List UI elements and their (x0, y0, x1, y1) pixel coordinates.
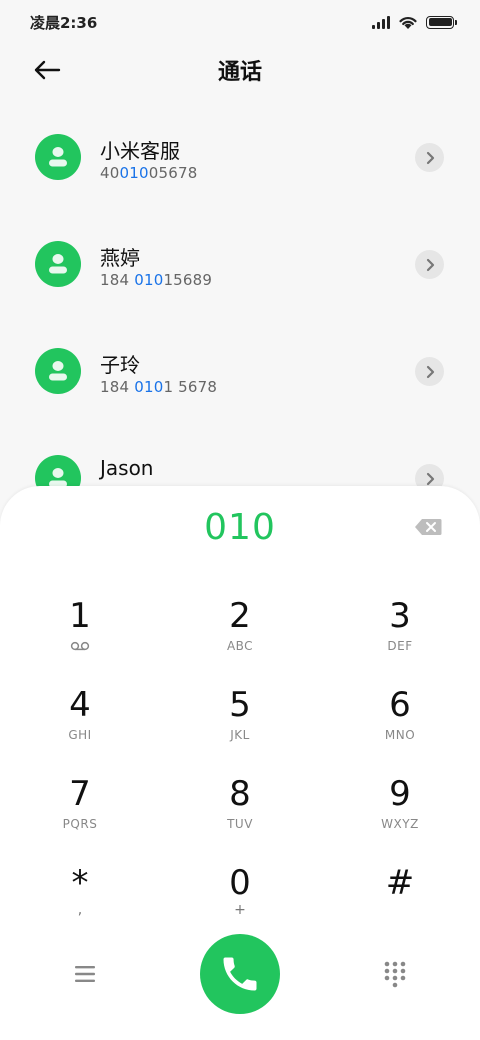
phone-icon (223, 957, 257, 991)
number-prefix: 184 (100, 271, 135, 289)
page-title: 通话 (217, 60, 262, 85)
dial-key-8[interactable]: 8 TUV (180, 772, 300, 852)
key-digit: 4 (69, 685, 91, 725)
header: 通话 (0, 44, 480, 96)
person-icon (49, 147, 67, 167)
key-digit: 6 (389, 685, 411, 725)
key-digit: 8 (229, 774, 251, 814)
number-suffix: 05678 (148, 164, 198, 182)
chevron-right-icon (426, 472, 434, 485)
dial-key-0[interactable]: 0 + (180, 861, 300, 941)
arrow-left-icon (34, 60, 61, 80)
contact-name: 子玲 (100, 353, 140, 377)
key-letters: PQRS (62, 817, 98, 831)
number-suffix: 15689 (163, 271, 213, 289)
contact-number: 184 0101 5678 (100, 378, 217, 396)
contact-detail-button[interactable] (415, 250, 444, 279)
status-time: 凌晨2:36 (30, 13, 98, 32)
chevron-right-icon (426, 151, 434, 164)
dial-key-4[interactable]: 4 GHI (20, 683, 140, 763)
contact-row[interactable]: 小米客服 4001005678 (0, 104, 480, 211)
dial-key-3[interactable]: 3 DEF (340, 594, 460, 674)
avatar (35, 348, 81, 394)
person-icon (49, 254, 67, 274)
key-letters: TUV (227, 817, 253, 831)
chevron-right-icon (426, 365, 434, 378)
key-digit: 5 (229, 685, 251, 725)
avatar (35, 241, 81, 287)
key-digit: 7 (69, 774, 91, 814)
key-letters: DEF (387, 639, 413, 653)
number-match: 010 (119, 164, 149, 182)
signal-icon (372, 15, 390, 29)
key-digit: 0 (229, 863, 251, 903)
dial-key-6[interactable]: 6 MNO (340, 683, 460, 763)
key-digit: 2 (229, 596, 251, 636)
menu-icon (75, 966, 95, 982)
status-icons (372, 15, 457, 30)
key-letters: + (234, 902, 246, 918)
key-digit: 3 (389, 596, 411, 636)
dialed-number: 010 (204, 507, 276, 548)
contact-number: 184 01015689 (100, 271, 212, 289)
contact-name: Jason (100, 456, 154, 480)
backspace-icon (415, 519, 442, 535)
contact-detail-button[interactable] (415, 143, 444, 172)
number-match: 010 (134, 378, 164, 396)
wifi-icon (399, 16, 417, 29)
number-match: 010 (134, 271, 164, 289)
key-digit: * (71, 863, 89, 903)
contact-detail-button[interactable] (415, 357, 444, 386)
battery-icon (426, 15, 457, 29)
contact-name: 燕婷 (100, 246, 140, 270)
dial-key-2[interactable]: 2 ABC (180, 594, 300, 674)
menu-button[interactable] (70, 962, 100, 986)
key-letters: , (77, 902, 83, 918)
contact-row[interactable]: 燕婷 184 01015689 (0, 211, 480, 318)
key-letters: JKL (230, 728, 250, 742)
dial-key-hash[interactable]: # (340, 861, 460, 941)
dial-key-1[interactable]: 1 (20, 594, 140, 674)
call-button[interactable] (200, 934, 280, 1014)
status-bar: 凌晨2:36 (0, 0, 480, 44)
key-digit: 9 (389, 774, 411, 814)
dial-key-7[interactable]: 7 PQRS (20, 772, 140, 852)
voicemail-icon (70, 641, 90, 651)
contact-number: 4001005678 (100, 164, 197, 182)
key-digit: 1 (69, 596, 91, 636)
dialpad-sheet: 010 1 2 ABC 3 DEF 4 GHI 5 JKL 6 MNO 7 PQRS 8 TUV 9 WXYZ *… (0, 486, 480, 1040)
key-letters: MNO (384, 728, 416, 742)
keypad-toggle-button[interactable] (382, 960, 408, 988)
person-icon (49, 361, 67, 381)
delete-button[interactable] (414, 518, 442, 536)
number-prefix: 40 (100, 164, 120, 182)
key-letters: WXYZ (381, 817, 419, 831)
dial-key-star[interactable]: *, (20, 861, 140, 941)
key-letters: GHI (68, 728, 92, 742)
dial-key-5[interactable]: 5 JKL (180, 683, 300, 763)
bottom-actions (0, 934, 480, 1014)
contact-list: 小米客服 4001005678 燕婷 184 01015689 子玲 184 0101 5… (0, 104, 480, 532)
key-digit: # (385, 863, 415, 903)
key-letters: ABC (226, 639, 254, 653)
number-prefix: 184 (100, 378, 135, 396)
back-button[interactable] (30, 54, 64, 86)
number-suffix: 1 5678 (163, 378, 218, 396)
contact-row[interactable]: 子玲 184 0101 5678 (0, 318, 480, 425)
chevron-right-icon (426, 258, 434, 271)
dial-key-9[interactable]: 9 WXYZ (340, 772, 460, 852)
dialpad-icon (384, 961, 406, 988)
avatar (35, 134, 81, 180)
contact-name: 小米客服 (100, 139, 180, 163)
